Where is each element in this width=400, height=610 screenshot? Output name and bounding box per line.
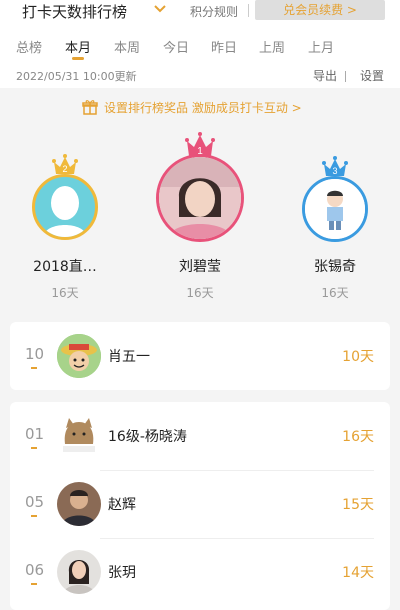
rank-tick [31,367,37,369]
page-title[interactable]: 打卡天数排行榜 [22,1,127,22]
winner-days: 16天 [186,286,214,300]
tab-last-month[interactable]: 上月 [308,37,334,56]
user-photo [57,550,101,594]
tab-yesterday[interactable]: 昨日 [211,37,237,56]
list-item[interactable]: 06 张玥 14天 [10,538,390,606]
checkin-days: 15天 [342,497,374,513]
rank-badge-2: 2 [62,164,67,174]
winner-name: 张锡奇 [314,259,356,275]
prize-banner-text: 设置排行榜奖品 激励成员打卡互动 > [104,101,302,115]
chevron-down-icon[interactable] [153,4,167,14]
export-button[interactable]: 导出 [313,67,337,84]
member-name: 肖五一 [108,349,150,365]
cartoon-avatar [57,334,101,378]
settings-button[interactable]: 设置 [360,67,384,84]
avatar[interactable] [57,482,101,526]
avatar[interactable] [32,174,98,240]
rank-number: 01 [25,425,45,443]
cat-sticker-avatar [57,414,101,458]
my-rank-card[interactable]: 10 肖五一 10天 [10,322,390,390]
winner-name: 2018直… [33,259,97,275]
checkin-days: 16天 [342,429,374,445]
header-bar: 打卡天数排行榜 积分规则 兑会员续费 > [0,0,400,26]
list-item[interactable]: 10 肖五一 10天 [10,322,390,390]
checkin-days: 14天 [342,565,374,581]
rank-number: 06 [25,561,45,579]
avatar[interactable] [57,334,101,378]
winner-days: 16天 [51,286,79,300]
avatar[interactable] [302,176,368,242]
rank-tick [31,583,37,585]
rank-number: 10 [25,345,45,363]
top-three-podium: 设置排行榜奖品 激励成员打卡互动 > 2 2018直… 16天 1 刘碧莹 16… [0,88,400,310]
member-name: 16级-杨晓涛 [108,429,187,445]
info-divider [345,71,346,82]
list-item[interactable]: 05 赵辉 15天 [10,470,390,538]
update-timestamp: 2022/05/31 10:00更新 [16,70,137,83]
tab-this-week[interactable]: 本周 [114,37,140,56]
header-divider [248,4,249,17]
tab-all[interactable]: 总榜 [16,37,42,56]
avatar[interactable] [57,414,101,458]
period-tabs: 总榜 本月 本周 今日 昨日 上周 上月 [0,26,400,62]
points-rules-link[interactable]: 积分规则 [190,3,238,20]
active-tab-indicator [72,57,84,60]
crown-icon: 3 [322,156,348,176]
rank-number: 05 [25,493,45,511]
info-row: 2022/05/31 10:00更新 导出 设置 [0,62,400,88]
tab-this-month[interactable]: 本月 [65,37,91,56]
default-avatar-icon [43,186,87,237]
cartoon-avatar [305,179,365,239]
user-photo [57,482,101,526]
rank-tick [31,447,37,449]
checkin-days: 10天 [342,349,374,365]
tab-today[interactable]: 今日 [163,37,189,56]
membership-renew-button[interactable]: 兑会员续费 > [255,0,385,20]
avatar[interactable] [156,154,244,242]
winner-days: 16天 [321,286,349,300]
leaderboard-list: 01 16级-杨晓涛 16天 05 赵辉 15天 06 张玥 14天 [10,402,390,610]
crown-icon: 2 [52,154,78,174]
member-name: 张玥 [108,565,136,581]
winner-name: 刘碧莹 [179,259,221,275]
rank-tick [31,515,37,517]
tab-last-week[interactable]: 上周 [259,37,285,56]
list-item[interactable]: 01 16级-杨晓涛 16天 [10,402,390,470]
user-photo [159,157,241,239]
rank-badge-3: 3 [332,166,337,176]
member-name: 赵辉 [108,497,136,513]
avatar[interactable] [57,550,101,594]
gift-icon [82,100,98,115]
